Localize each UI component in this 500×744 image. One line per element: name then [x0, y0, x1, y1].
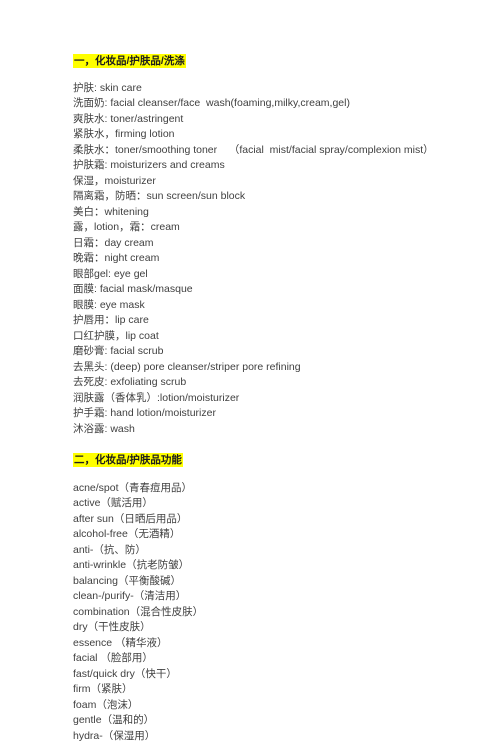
list-item: anti-（抗、防） — [73, 543, 473, 559]
list-item: active（赋活用） — [73, 496, 473, 512]
list-item: combination（混合性皮肤） — [73, 605, 473, 621]
spacer — [73, 70, 473, 81]
list-item: 眼膜: eye mask — [73, 298, 473, 314]
list-item: alcohol-free（无酒精） — [73, 527, 473, 543]
section-heading-2-text: 二，化妆品/护肤品功能 — [73, 453, 183, 467]
list-item: 护唇用：lip care — [73, 313, 473, 329]
list-item: foam（泡沫） — [73, 698, 473, 714]
section-heading-2: 二，化妆品/护肤品功能 — [73, 453, 473, 469]
list-item: acne/spot（青春痘用品） — [73, 481, 473, 497]
document-content: 一，化妆品/护肤品/洗涤 护肤: skin care 洗面奶: facial c… — [73, 54, 473, 744]
list-item: 柔肤水：toner/smoothing toner （facial mist/f… — [73, 143, 473, 159]
list-item: facial （脸部用） — [73, 651, 473, 667]
list-item: 护手霜: hand lotion/moisturizer — [73, 406, 473, 422]
document-page: 一，化妆品/护肤品/洗涤 护肤: skin care 洗面奶: facial c… — [0, 0, 500, 707]
list-item: balancing（平衡酸碱） — [73, 574, 473, 590]
list-item: 露，lotion，霜：cream — [73, 220, 473, 236]
list-item: 去黑头: (deep) pore cleanser/striper pore r… — [73, 360, 473, 376]
list-item: clean-/purify-（清洁用） — [73, 589, 473, 605]
list-item: gentle（温和的） — [73, 713, 473, 729]
list-item: essence （精华液） — [73, 636, 473, 652]
list-item: 去死皮: exfoliating scrub — [73, 375, 473, 391]
list-item: firm（紧肤） — [73, 682, 473, 698]
list-item: 润肤露（香体乳）:lotion/moisturizer — [73, 391, 473, 407]
list-item: 紧肤水，firming lotion — [73, 127, 473, 143]
section-heading-1-text: 一，化妆品/护肤品/洗涤 — [73, 54, 186, 68]
list-item: 面膜: facial mask/masque — [73, 282, 473, 298]
list-item: 护肤: skin care — [73, 81, 473, 97]
spacer — [73, 437, 473, 453]
list-item: anti-wrinkle（抗老防皱） — [73, 558, 473, 574]
section-1-list: 护肤: skin care 洗面奶: facial cleanser/face … — [73, 81, 473, 438]
list-item: 护肤霜: moisturizers and creams — [73, 158, 473, 174]
list-item: 美白：whitening — [73, 205, 473, 221]
list-item: 洗面奶: facial cleanser/face wash(foaming,m… — [73, 96, 473, 112]
list-item: 日霜：day cream — [73, 236, 473, 252]
list-item: 口红护膜，lip coat — [73, 329, 473, 345]
list-item: 沐浴露: wash — [73, 422, 473, 438]
list-item: 晚霜：night cream — [73, 251, 473, 267]
section-2-list: acne/spot（青春痘用品） active（赋活用） after sun（日… — [73, 481, 473, 744]
list-item: dry（干性皮肤） — [73, 620, 473, 636]
list-item: 隔离霜，防晒：sun screen/sun block — [73, 189, 473, 205]
list-item: 磨砂膏: facial scrub — [73, 344, 473, 360]
list-item: fast/quick dry（快干） — [73, 667, 473, 683]
list-item: 保湿，moisturizer — [73, 174, 473, 190]
list-item: hydra-（保湿用） — [73, 729, 473, 744]
section-heading-1: 一，化妆品/护肤品/洗涤 — [73, 54, 473, 70]
list-item: 爽肤水: toner/astringent — [73, 112, 473, 128]
spacer — [73, 469, 473, 481]
list-item: after sun（日晒后用品） — [73, 512, 473, 528]
list-item: 眼部gel: eye gel — [73, 267, 473, 283]
